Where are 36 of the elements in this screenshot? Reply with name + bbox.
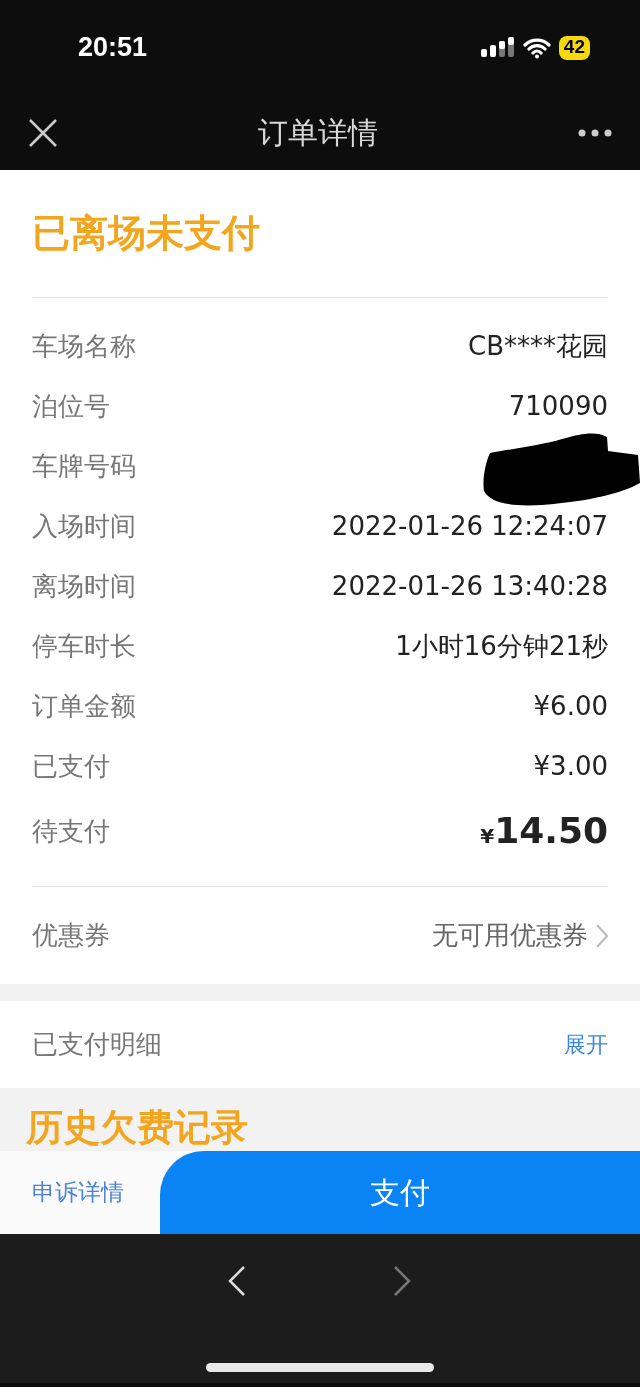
field-value: 1小时16分钟21秒 [395,629,608,663]
order-status: 已离场未支付 [32,210,260,257]
field-value: ¥6.00 [533,689,608,723]
forward-icon[interactable] [393,1266,411,1296]
clock-time: 20:51 [78,31,148,65]
field-label: 入场时间 [32,509,136,543]
amount-due: 14.50 [494,809,608,853]
field-label: 停车时长 [32,629,136,663]
field-value: 710090 [508,389,608,423]
section-label: 已支付明细 [32,1028,162,1061]
battery-indicator: 42 [558,35,590,60]
more-icon[interactable] [578,128,612,137]
field-value: 2022-01-26 13:40:28 [331,569,608,603]
field-label: 车牌号码 [32,449,136,483]
field-value: ¥3.00 [533,749,608,783]
currency-symbol: ¥ [480,824,495,850]
wifi-icon [522,36,551,59]
field-label: 订单金额 [32,689,136,723]
field-value: CB****花园 [468,329,608,363]
field-value: 2022-01-26 12:24:07 [331,509,608,543]
section-title: 历史欠费记录 [26,1106,248,1149]
close-icon[interactable] [28,117,58,148]
pay-button[interactable]: 支付 [160,1151,640,1234]
field-label: 车场名称 [32,329,136,363]
signal-icon [480,36,515,59]
chevron-right-icon [596,923,608,948]
appeal-button[interactable]: 申诉详情 [0,1151,160,1234]
page-title: 订单详情 [258,114,378,152]
field-label: 待支付 [32,814,110,848]
field-label: 泊位号 [32,389,110,423]
expand-link[interactable]: 展开 [564,1028,608,1061]
field-label: 离场时间 [32,569,136,603]
field-label: 已支付 [32,749,110,783]
back-icon[interactable] [228,1266,246,1296]
field-label: 优惠券 [32,919,110,952]
coupon-selector[interactable]: 无可用优惠券 [432,916,608,955]
